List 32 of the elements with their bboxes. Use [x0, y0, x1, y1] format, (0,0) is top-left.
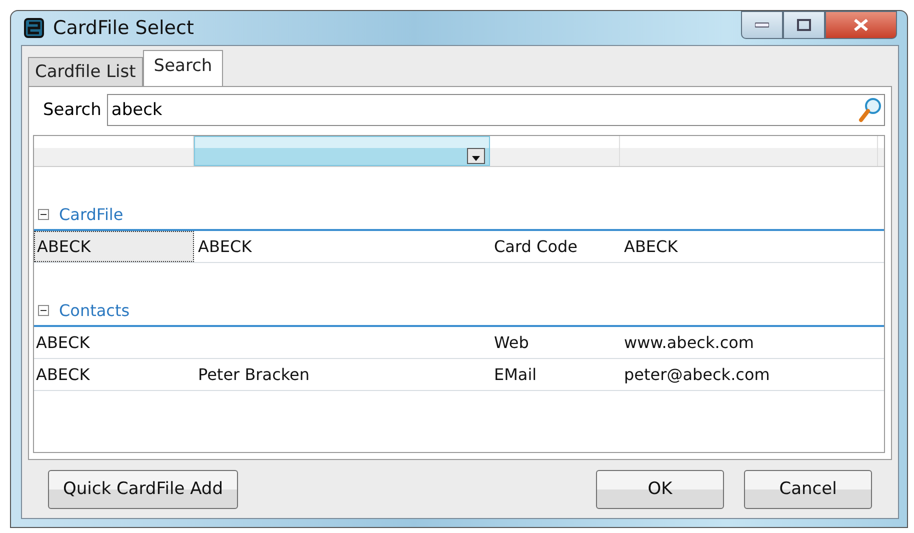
table-cell[interactable]: peter@abeck.com	[620, 359, 878, 390]
collapse-icon[interactable]	[38, 304, 49, 316]
table-cell[interactable]: ABECK	[34, 359, 194, 390]
search-field[interactable]: abeck	[107, 94, 885, 126]
button[interactable]: OK	[596, 470, 724, 508]
minimize-button[interactable]	[741, 11, 783, 39]
group-header: Contacts	[59, 300, 130, 320]
close-button[interactable]	[825, 11, 897, 39]
table-cell[interactable]: Web	[490, 327, 620, 358]
maximize-button[interactable]	[783, 11, 825, 39]
table-cell[interactable]: EMail	[490, 359, 620, 390]
tab[interactable]: Cardfile List	[28, 57, 143, 86]
table-cell[interactable]: Card Code	[490, 231, 620, 262]
table-cell[interactable]: ABECK	[34, 231, 194, 262]
table-cell[interactable]: Peter Bracken	[194, 359, 490, 390]
group-header: CardFile	[59, 204, 124, 224]
search-icon[interactable]	[858, 97, 882, 123]
button[interactable]: Cancel	[744, 470, 872, 508]
minimize-icon	[755, 22, 769, 28]
table-cell[interactable]: ABECK	[34, 327, 194, 358]
collapse-icon[interactable]	[38, 208, 49, 220]
table-cell[interactable]: ABECK	[194, 231, 490, 262]
tab[interactable]: Search	[142, 50, 224, 86]
app-icon	[23, 17, 45, 39]
maximize-icon	[797, 19, 811, 31]
table-cell[interactable]: ABECK	[620, 231, 878, 262]
button[interactable]: Quick CardFile Add	[48, 470, 238, 508]
search-label: Search	[42, 100, 102, 120]
table-cell[interactable]: www.abeck.com	[620, 327, 878, 358]
window-title: CardFile Select	[53, 17, 194, 39]
close-icon	[853, 19, 869, 31]
dropdown-icon[interactable]	[467, 148, 485, 164]
